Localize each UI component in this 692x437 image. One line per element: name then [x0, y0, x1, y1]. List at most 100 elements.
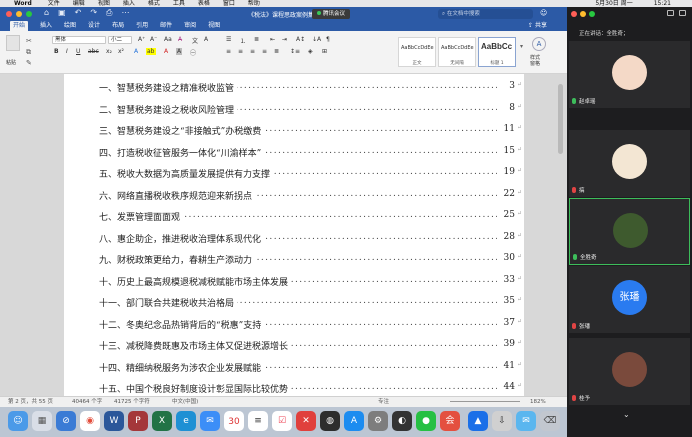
style-heading-1[interactable]: AaBbCc 标题 1: [478, 37, 516, 67]
char-border-icon[interactable]: A: [204, 36, 208, 43]
toc-entry[interactable]: ........................................…: [99, 313, 522, 335]
italic-icon[interactable]: I: [66, 48, 68, 55]
cut-icon[interactable]: ✂: [26, 37, 32, 45]
toc-entry[interactable]: ........................................…: [99, 334, 522, 356]
reminders-icon[interactable]: ☑: [272, 411, 292, 431]
launchpad-icon[interactable]: ▦: [32, 411, 52, 431]
align-left-icon[interactable]: ≡: [226, 48, 231, 55]
status-page[interactable]: 第 2 页，共 55 页: [8, 397, 53, 407]
document-canvas[interactable]: ........................................…: [0, 74, 567, 396]
menu-format[interactable]: 格式: [148, 0, 160, 7]
trash-bin-icon[interactable]: ⌫: [540, 411, 560, 431]
home-icon[interactable]: ⌂: [44, 8, 49, 18]
menu-file[interactable]: 文件: [48, 0, 60, 7]
meeting-indicator[interactable]: 腾讯会议: [312, 9, 351, 19]
tab-view[interactable]: 视图: [208, 21, 220, 31]
strikethrough-icon[interactable]: abc: [88, 48, 99, 55]
powerpoint-icon[interactable]: P: [128, 411, 148, 431]
toc-entry[interactable]: ........................................…: [99, 227, 522, 249]
toc-entry[interactable]: ........................................…: [99, 356, 522, 378]
minimize-window-button[interactable]: [16, 11, 22, 17]
toc-entry[interactable]: ........................................…: [99, 141, 522, 163]
participant-tile[interactable]: 张璠 张璠: [569, 266, 690, 333]
decrease-indent-icon[interactable]: ⇤: [270, 36, 275, 43]
grow-font-icon[interactable]: A⁺: [138, 36, 145, 43]
mail-icon[interactable]: ✉: [200, 411, 220, 431]
status-language[interactable]: 中文(中国): [172, 397, 198, 407]
tab-design[interactable]: 设计: [88, 21, 100, 31]
font-color-icon[interactable]: A: [164, 48, 168, 55]
style-normal[interactable]: AaBbCcDdEe 正文: [398, 37, 436, 67]
rosetta-icon[interactable]: ◍: [320, 411, 340, 431]
preview-icon[interactable]: ▲: [468, 411, 488, 431]
save-icon[interactable]: ▣: [58, 8, 66, 18]
enclose-char-icon[interactable]: ㊀: [190, 48, 196, 57]
tencent-meeting-icon[interactable]: 会: [440, 411, 460, 431]
bullets-icon[interactable]: ☰: [226, 36, 231, 43]
styles-pane-icon[interactable]: A: [532, 37, 546, 51]
menu-tools[interactable]: 工具: [173, 0, 185, 7]
char-shading-icon[interactable]: A: [176, 48, 183, 55]
clear-format-icon[interactable]: A̶: [178, 36, 182, 43]
meeting-minimize-button[interactable]: [580, 11, 586, 17]
downloads-icon[interactable]: ⇩: [492, 411, 512, 431]
bold-icon[interactable]: B: [54, 48, 59, 55]
participant-tile[interactable]: 搞: [569, 130, 690, 197]
copy-icon[interactable]: ⧉: [26, 48, 31, 57]
style-no-spacing[interactable]: AaBbCcDdEe 无间隔: [438, 37, 476, 67]
account-icon[interactable]: ☺: [540, 9, 547, 17]
menu-edit[interactable]: 编辑: [73, 0, 85, 7]
qq-icon[interactable]: ◐: [392, 411, 412, 431]
document-page[interactable]: ........................................…: [64, 74, 524, 396]
menu-table[interactable]: 表格: [198, 0, 210, 7]
toc-entry[interactable]: ........................................…: [99, 205, 522, 227]
grid-view-icon[interactable]: [667, 10, 674, 16]
menu-window[interactable]: 窗口: [223, 0, 235, 7]
calendar-icon[interactable]: 30: [224, 411, 244, 431]
undo-icon[interactable]: ↶: [75, 8, 82, 18]
status-words[interactable]: 40464 个字: [72, 397, 102, 407]
toc-entry[interactable]: ........................................…: [99, 291, 522, 313]
notes-icon[interactable]: ≡: [248, 411, 268, 431]
phonetic-icon[interactable]: 文: [192, 36, 198, 45]
shrink-font-icon[interactable]: A⁻: [150, 36, 157, 43]
safari-icon[interactable]: ⊘: [56, 411, 76, 431]
status-chars[interactable]: 41725 个字符: [114, 397, 150, 407]
format-painter-icon[interactable]: ✎: [26, 59, 32, 67]
toc-entry[interactable]: ........................................…: [99, 119, 522, 141]
menu-insert[interactable]: 插入: [123, 0, 135, 7]
tab-mailings[interactable]: 邮件: [160, 21, 172, 31]
toc-entry[interactable]: ........................................…: [99, 248, 522, 270]
font-family-select[interactable]: 黑体: [52, 36, 106, 44]
finder-icon[interactable]: ☺: [8, 411, 28, 431]
line-spacing-icon[interactable]: ↕≡: [290, 48, 300, 55]
font-size-select[interactable]: 小二: [108, 36, 132, 44]
app-store-icon[interactable]: A: [344, 411, 364, 431]
print-icon[interactable]: ⎙: [106, 8, 112, 18]
chrome-icon[interactable]: ◉: [80, 411, 100, 431]
change-case-icon[interactable]: Aa: [164, 36, 172, 43]
customize-icon[interactable]: ⋯: [121, 8, 129, 18]
close-window-button[interactable]: [6, 11, 12, 17]
excel-icon[interactable]: X: [152, 411, 172, 431]
align-right-icon[interactable]: ≡: [250, 48, 255, 55]
wechat-icon[interactable]: ●: [416, 411, 436, 431]
justify-icon[interactable]: ≡: [262, 48, 267, 55]
toc-entry[interactable]: ........................................…: [99, 98, 522, 120]
share-button[interactable]: ⇪ 共享: [528, 21, 559, 31]
edge-icon[interactable]: e: [176, 411, 196, 431]
zoom-slider[interactable]: [450, 401, 520, 402]
menu-view[interactable]: 视图: [98, 0, 110, 7]
toc-entry[interactable]: ........................................…: [99, 162, 522, 184]
tab-references[interactable]: 引用: [136, 21, 148, 31]
increase-indent-icon[interactable]: ⇥: [282, 36, 287, 43]
menu-help[interactable]: 帮助: [248, 0, 260, 7]
trash-icon[interactable]: ✉: [516, 411, 536, 431]
meeting-zoom-button[interactable]: [589, 11, 595, 17]
align-center-icon[interactable]: ≡: [238, 48, 243, 55]
status-focus[interactable]: 专注: [378, 397, 389, 407]
toc-entry[interactable]: ........................................…: [99, 270, 522, 292]
styles-more-icon[interactable]: ▾: [520, 43, 523, 50]
paste-icon[interactable]: [6, 35, 20, 51]
participant-tile[interactable]: 赵卓瑶: [569, 41, 690, 108]
